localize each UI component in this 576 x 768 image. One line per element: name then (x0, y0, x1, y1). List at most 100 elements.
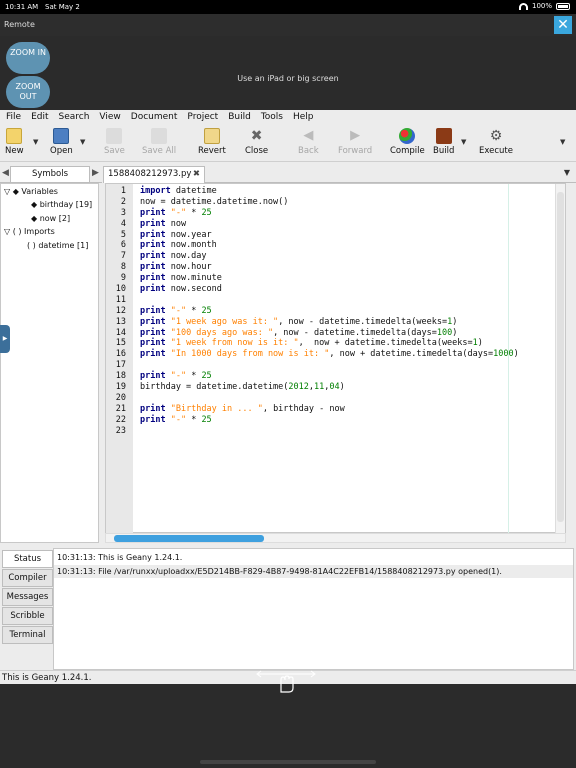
line-number: 13 (115, 316, 126, 327)
close-tab-icon[interactable]: ✖ (193, 167, 200, 182)
menu-help[interactable]: Help (293, 112, 314, 122)
string-literal: "Birthday in ... " (165, 403, 263, 414)
line-number: 19 (115, 382, 126, 393)
tree-row-birthday[interactable]: ◆ birthday [19] (31, 200, 92, 209)
forward-button[interactable]: ▶ Forward (338, 128, 372, 156)
tree-row-datetime[interactable]: ( ) datetime [1] (27, 241, 88, 250)
message-tabs: Status Compiler Messages Scribble Termin… (2, 548, 53, 648)
save-icon (106, 128, 123, 144)
tab-compiler[interactable]: Compiler (2, 569, 53, 587)
close-label: Close (245, 146, 269, 156)
tree-row-imports[interactable]: ▽ ( ) Imports (4, 227, 55, 236)
tab-status[interactable]: Status (2, 550, 53, 568)
chevron-down-icon[interactable]: ▼ (560, 138, 565, 146)
string-literal: "1 week from now is it: " (165, 338, 299, 349)
tab-symbols[interactable]: Symbols (10, 166, 90, 182)
remote-bottom-area (0, 684, 576, 768)
close-button[interactable]: ✖ Close (245, 128, 268, 156)
keyword: print (140, 229, 166, 240)
line-number: 4 (120, 218, 126, 229)
code-line: 1 import datetime (106, 186, 566, 197)
revert-button[interactable]: Revert (198, 128, 226, 156)
line-number: 23 (115, 425, 126, 436)
keyword: print (140, 273, 166, 284)
chevron-down-icon[interactable]: ▼ (564, 168, 570, 177)
line-number: 21 (115, 403, 126, 414)
line-number: 11 (115, 294, 126, 305)
string-literal: "-" (165, 371, 187, 382)
list-item: 10:31:13: This is Geany 1.24.1. (57, 553, 183, 562)
tab-file[interactable]: 1588408212973.py ✖ (103, 166, 205, 183)
home-indicator[interactable] (200, 760, 376, 764)
code-text: now.hour (165, 262, 212, 273)
list-item: 10:31:13: File /var/runxx/uploadxx/E5D21… (54, 565, 573, 578)
code-line: 13 print "1 week ago was it: ", now - dat… (106, 317, 566, 328)
code-lines: 1 import datetime 2 now = datetime.datetim… (106, 186, 566, 436)
hand-gesture-icon (255, 666, 319, 694)
import-icon: ( ) (12, 227, 22, 236)
tab-terminal[interactable]: Terminal (2, 626, 53, 644)
chevron-left-icon[interactable]: ◀ (2, 168, 9, 178)
chevron-right-icon[interactable]: ▶ (92, 168, 99, 178)
code-text: now.day (165, 251, 207, 262)
code-line: 3 print "-" * 25 (106, 208, 566, 219)
menu-document[interactable]: Document (131, 112, 178, 122)
keyword: print (140, 262, 166, 273)
code-text: * (186, 207, 202, 218)
menu-file[interactable]: File (6, 112, 21, 122)
horizontal-scrollbar[interactable] (105, 533, 566, 543)
menu-build[interactable]: Build (228, 112, 251, 122)
code-text: birthday = datetime.datetime( (140, 382, 289, 393)
number-literal: 25 (201, 371, 212, 382)
chevron-down-icon[interactable]: ▼ (80, 138, 85, 146)
code-text: now.second (165, 284, 222, 295)
code-line: 16 print "In 1000 days from now is it: ",… (106, 349, 566, 360)
date: Sat May 2 (45, 3, 80, 11)
line-number: 15 (115, 338, 126, 349)
remote-controls: ZOOM IN ZOOM OUT Use an iPad or big scre… (0, 36, 576, 110)
menu-project[interactable]: Project (187, 112, 218, 122)
vertical-scrollbar[interactable] (555, 184, 565, 533)
tab-messages[interactable]: Messages (2, 588, 53, 606)
forward-arrow-icon: ▶ (350, 128, 361, 143)
build-button[interactable]: Build (433, 128, 454, 156)
code-line: 4 print now (106, 219, 566, 230)
tab-scribble[interactable]: Scribble (2, 607, 53, 625)
save-all-button[interactable]: Save All (142, 128, 176, 156)
expander-icon[interactable]: ▽ (4, 227, 10, 236)
code-line: 19 birthday = datetime.datetime(2012,11,0… (106, 382, 566, 393)
close-icon[interactable]: ✕ (554, 16, 572, 34)
open-button[interactable]: Open (50, 128, 73, 156)
scroll-thumb[interactable] (114, 535, 264, 542)
menu-view[interactable]: View (99, 112, 120, 122)
keyword: print (140, 338, 166, 349)
menu-tools[interactable]: Tools (261, 112, 283, 122)
save-button[interactable]: Save (104, 128, 125, 156)
battery-icon (556, 2, 570, 10)
compile-button[interactable]: Compile (390, 128, 425, 156)
code-line: 11 (106, 295, 566, 306)
execute-label: Execute (479, 146, 513, 156)
new-button[interactable]: New (5, 128, 24, 156)
tree-row-now[interactable]: ◆ now [2] (31, 214, 70, 223)
number-literal: 25 (201, 207, 212, 218)
chevron-down-icon[interactable]: ▼ (33, 138, 38, 146)
tree-label: Imports (24, 227, 55, 236)
revert-label: Revert (198, 146, 226, 156)
keyword: print (140, 316, 166, 327)
code-line: 8 print now.hour (106, 262, 566, 273)
tree-row-variables[interactable]: ▽ ◆ Variables (4, 187, 58, 196)
code-editor[interactable]: 1 import datetime 2 now = datetime.datetim… (105, 183, 566, 533)
sidebar-toggle-handle[interactable]: ▶ (0, 325, 10, 353)
sidebar-tabs: ◀ Symbols ▶ (0, 165, 102, 183)
number-literal: 100 (436, 327, 453, 338)
zoom-in-button[interactable]: ZOOM IN (6, 42, 50, 74)
menu-search[interactable]: Search (59, 112, 90, 122)
back-button[interactable]: ◀ Back (298, 128, 319, 156)
expander-icon[interactable]: ▽ (4, 187, 10, 196)
chevron-down-icon[interactable]: ▼ (461, 138, 466, 146)
scroll-thumb[interactable] (557, 192, 564, 522)
execute-button[interactable]: ⚙ Execute (479, 128, 513, 156)
menu-edit[interactable]: Edit (31, 112, 48, 122)
code-text: ) (452, 327, 458, 338)
